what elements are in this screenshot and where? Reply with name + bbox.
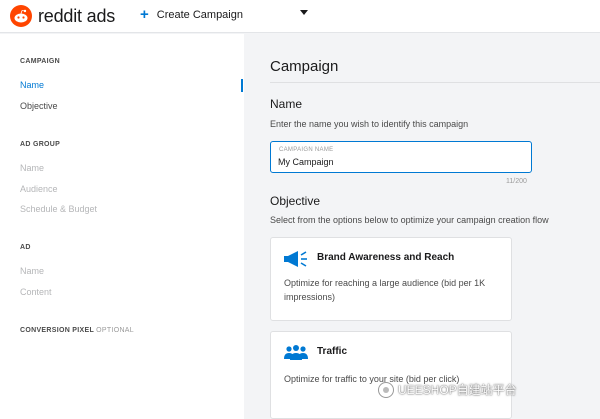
sidebar-item-ad-group-name: Name xyxy=(20,163,45,173)
sidebar-item-campaign-name[interactable]: Name xyxy=(20,80,44,90)
sidebar-nav: CAMPAIGN Name Objective AD GROUP Name Au… xyxy=(0,34,244,419)
name-heading: Name xyxy=(270,97,303,111)
sidebar-heading-conversion-pixel: CONVERSION PIXEL OPTIONAL xyxy=(20,327,134,334)
page-title: Campaign xyxy=(270,58,339,75)
top-bar: reddit ads + Create Campaign xyxy=(0,0,600,33)
sidebar-heading-ad-group: AD GROUP xyxy=(20,141,61,148)
create-campaign-label: Create Campaign xyxy=(156,9,243,21)
objective-card-brand-awareness[interactable]: Brand Awareness and Reach Optimize for r… xyxy=(270,237,512,321)
name-description: Enter the name you wish to identify this… xyxy=(270,119,469,129)
watermark-text: UEESHOP自建站平台 xyxy=(398,383,517,397)
chevron-down-icon[interactable] xyxy=(300,10,308,15)
campaign-name-label: CAMPAIGN NAME xyxy=(279,147,334,153)
objective-heading: Objective xyxy=(270,194,321,208)
title-divider xyxy=(270,82,600,83)
brand-awareness-title: Brand Awareness and Reach xyxy=(317,252,455,263)
campaign-name-field[interactable]: CAMPAIGN NAME xyxy=(270,141,532,173)
main-content: Campaign Name Enter the name you wish to… xyxy=(244,34,600,419)
reddit-logo-icon[interactable] xyxy=(10,5,32,27)
watermark: UEESHOP自建站平台 xyxy=(378,381,517,398)
sidebar-heading-ad: AD xyxy=(20,244,31,251)
objective-description: Select from the options below to optimiz… xyxy=(270,215,549,225)
conversion-pixel-label: CONVERSION PIXEL xyxy=(20,327,94,334)
people-icon xyxy=(283,344,309,362)
sidebar-item-schedule-budget: Schedule & Budget xyxy=(20,204,98,214)
brand-name[interactable]: reddit ads xyxy=(38,6,115,27)
create-campaign-button[interactable]: + Create Campaign xyxy=(140,6,243,23)
optional-tag: OPTIONAL xyxy=(96,327,134,334)
objective-card-traffic[interactable]: Traffic Optimize for traffic to your sit… xyxy=(270,331,512,419)
megaphone-icon xyxy=(283,250,309,268)
wechat-icon xyxy=(378,381,394,398)
active-indicator xyxy=(241,79,243,92)
sidebar-item-ad-name: Name xyxy=(20,266,45,276)
sidebar-item-objective[interactable]: Objective xyxy=(20,101,58,111)
character-counter: 11/200 xyxy=(506,178,527,185)
plus-icon: + xyxy=(140,6,149,23)
traffic-title: Traffic xyxy=(317,346,348,357)
brand-awareness-description: Optimize for reaching a large audience (… xyxy=(284,278,486,302)
campaign-name-input[interactable] xyxy=(278,155,523,169)
sidebar-heading-campaign: CAMPAIGN xyxy=(20,58,60,65)
sidebar-item-content: Content xyxy=(20,287,52,297)
sidebar-item-audience: Audience xyxy=(20,184,58,194)
